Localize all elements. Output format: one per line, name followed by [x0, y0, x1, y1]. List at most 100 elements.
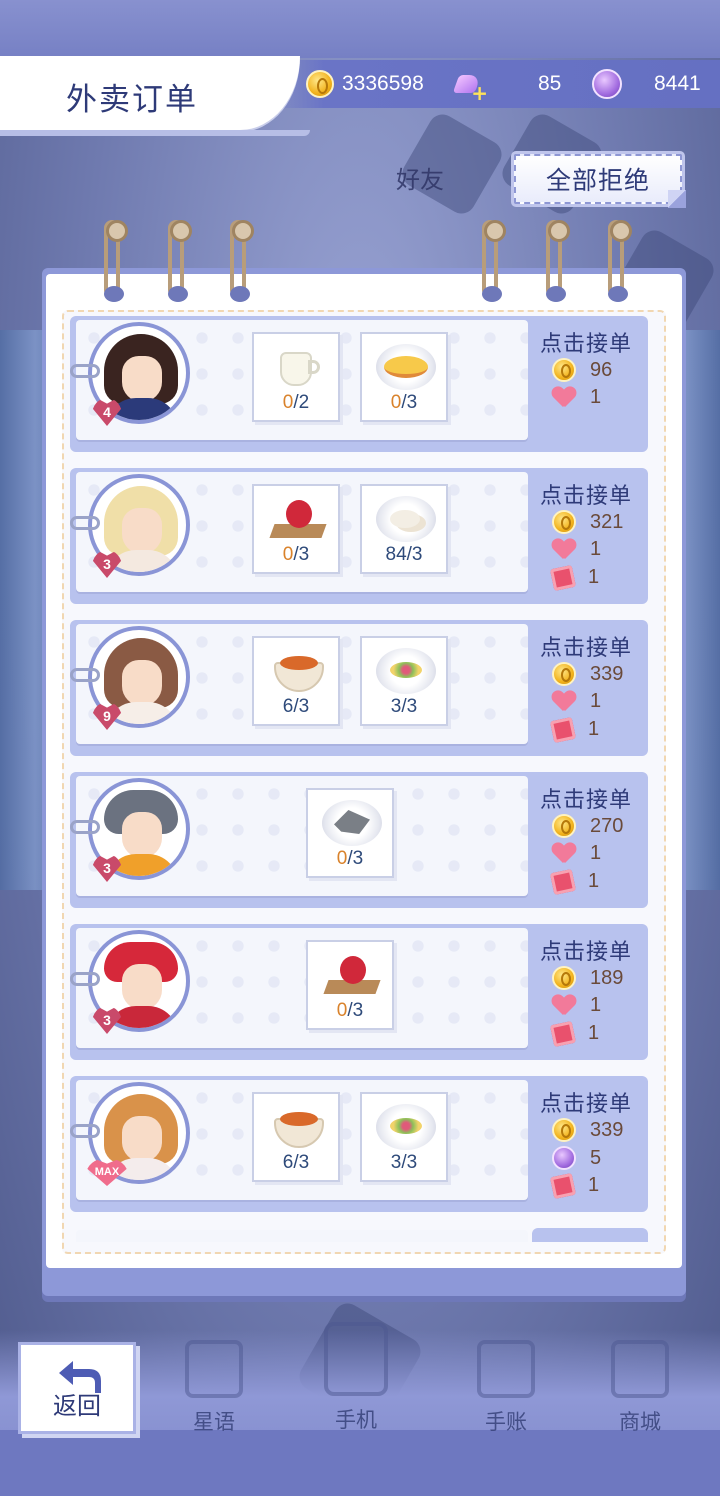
swan-counter[interactable]: 85: [454, 66, 562, 105]
reward-row: 1: [552, 690, 601, 713]
accept-order-button[interactable]: 点击接单: [540, 326, 632, 358]
reject-all-button[interactable]: 全部拒绝: [511, 151, 686, 208]
coin-counter: 3336598: [306, 66, 424, 102]
affinity-level-badge: 4: [92, 398, 122, 426]
food-item[interactable]: 84/3: [360, 484, 448, 574]
affinity-level: 3: [103, 860, 111, 876]
order-card[interactable]: 4 0/2 0/3 点击接单 96 1: [70, 316, 648, 452]
food-count: 0/2: [254, 392, 338, 414]
food-item[interactable]: 3/3: [360, 1092, 448, 1182]
nav-label: 星语: [193, 1410, 235, 1434]
reward-row: 1: [549, 1172, 599, 1199]
reward-value: 1: [588, 870, 600, 892]
food-count: 0/3: [362, 392, 446, 414]
affinity-level: 4: [103, 404, 111, 420]
ticket-icon: [549, 868, 577, 895]
gem-amount: 8441: [654, 72, 701, 95]
food-count: 6/3: [254, 696, 338, 718]
reward-value: 1: [590, 690, 602, 712]
affinity-level: 3: [103, 556, 111, 572]
gift-cake-icon: [268, 496, 328, 542]
food-count: 3/3: [362, 1152, 446, 1174]
heart-icon: [552, 691, 576, 713]
notebook-ring: [168, 220, 192, 302]
order-card[interactable]: 3 0/3 点击接单 270 1 1: [70, 772, 648, 908]
food-need: /3: [347, 848, 364, 869]
accept-order-button[interactable]: 点击接单: [540, 782, 632, 814]
back-button[interactable]: 返回: [18, 1342, 136, 1434]
reward-value: 189: [590, 966, 624, 989]
reward-value: 1: [590, 538, 602, 560]
grilled-fish-icon: [322, 800, 382, 846]
order-card[interactable]: 3 0/3 点击接单 189 1 1: [70, 924, 648, 1060]
accept-order-button[interactable]: 点击接单: [540, 934, 632, 966]
reward-value: 5: [590, 1146, 602, 1169]
nav-journal[interactable]: 手账: [466, 1340, 546, 1436]
reward-value: 1: [588, 1022, 600, 1044]
swan-amount: 85: [538, 72, 562, 95]
nav-star-talk[interactable]: 星语: [174, 1340, 254, 1436]
reward-value: 96: [590, 358, 613, 381]
reward-row: 339: [552, 662, 623, 686]
coin-icon: [552, 814, 576, 838]
affinity-level-badge: 3: [92, 854, 122, 882]
food-have: 6: [282, 696, 294, 717]
food-need: /3: [293, 1152, 310, 1173]
swan-plus-icon[interactable]: [454, 69, 488, 105]
affinity-level-badge: MAX: [86, 1158, 128, 1186]
nav-phone[interactable]: 手机: [316, 1322, 396, 1434]
food-item[interactable]: 0/3: [306, 788, 394, 878]
order-card[interactable]: MAX 6/3 3/3 点击接单 339 5 1: [70, 1076, 648, 1212]
gem-icon: [552, 1146, 576, 1170]
food-have: 84: [385, 544, 407, 565]
reward-row: 1: [552, 386, 601, 409]
order-card[interactable]: 9 6/3 3/3 点击接单 339 1 1: [70, 620, 648, 756]
stew-bowl-icon: [268, 648, 328, 694]
reward-row: 1: [549, 868, 600, 895]
food-have: 0: [390, 392, 402, 413]
reward-row: 321: [552, 510, 623, 534]
order-card-partial[interactable]: [70, 1228, 648, 1242]
reward-row: 1: [552, 538, 601, 561]
paperclip-icon: [70, 820, 100, 834]
gem-icon: [592, 69, 622, 99]
food-need: /3: [293, 544, 310, 565]
order-card[interactable]: 3 0/3 84/3 点击接单 321 1 1: [70, 468, 648, 604]
coin-icon: [552, 358, 576, 382]
notebook-ring: [104, 220, 128, 302]
nav-shop[interactable]: 商城: [600, 1340, 680, 1436]
notebook-ring: [608, 220, 632, 302]
heart-icon: [552, 843, 576, 865]
reward-value: 270: [590, 814, 624, 837]
gift-cake-icon: [322, 952, 382, 998]
accept-order-button[interactable]: 点击接单: [540, 630, 632, 662]
food-item[interactable]: 0/2: [252, 332, 340, 422]
food-item[interactable]: 0/3: [306, 940, 394, 1030]
accept-order-button[interactable]: 点击接单: [540, 478, 632, 510]
heart-icon: [552, 995, 576, 1017]
paperclip-icon: [70, 972, 100, 986]
coin-icon: [552, 510, 576, 534]
reward-row: 1: [552, 994, 601, 1017]
milk-cup-icon: [268, 344, 328, 390]
food-have: 0: [282, 392, 294, 413]
coin-icon: [552, 662, 576, 686]
reward-value: 339: [590, 662, 624, 685]
food-count: 3/3: [362, 696, 446, 718]
food-have: 0: [282, 544, 294, 565]
accept-order-button[interactable]: 点击接单: [540, 1086, 632, 1118]
reward-row: 1: [549, 564, 599, 591]
food-need: /3: [401, 392, 418, 413]
affinity-level-badge: 9: [92, 702, 122, 730]
paperclip-icon: [70, 516, 100, 530]
food-count: 0/3: [308, 1000, 392, 1022]
food-item[interactable]: 3/3: [360, 636, 448, 726]
food-item[interactable]: 6/3: [252, 636, 340, 726]
affinity-level: 9: [103, 708, 111, 724]
food-item[interactable]: 6/3: [252, 1092, 340, 1182]
reward-value: 321: [590, 510, 624, 533]
food-item[interactable]: 0/3: [360, 332, 448, 422]
food-need: /3: [406, 544, 423, 565]
food-item[interactable]: 0/3: [252, 484, 340, 574]
reward-row: 5: [552, 1146, 601, 1170]
